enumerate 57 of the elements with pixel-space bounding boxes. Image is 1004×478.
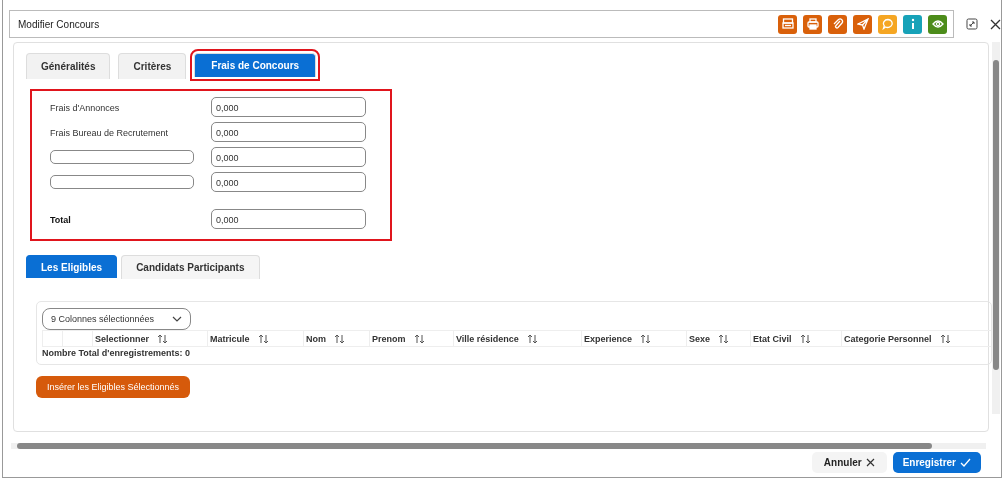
record-count: Nombre Total d'enregistrements: 0 (42, 348, 191, 358)
column-header[interactable]: Categorie Personnel (844, 333, 932, 344)
horizontal-scrollbar[interactable] (11, 443, 986, 449)
amount-input[interactable]: 0,000 (211, 209, 366, 229)
sort-icon[interactable] (939, 333, 951, 344)
label-input[interactable] (50, 175, 194, 189)
tab[interactable]: Généralités (26, 53, 111, 79)
sort-icon[interactable] (526, 333, 538, 344)
column-header[interactable]: Nom (306, 333, 326, 344)
vertical-scrollbar[interactable] (992, 42, 1000, 414)
close-icon (865, 458, 875, 467)
tab[interactable]: Les Eligibles (26, 255, 118, 278)
column-header[interactable]: Selectionner (95, 333, 150, 344)
save-button[interactable]: Enregistrer (892, 452, 981, 473)
cancel-button[interactable]: Annuler (811, 452, 887, 473)
window-title: Modifier Concours (18, 18, 100, 30)
sort-icon[interactable] (413, 333, 425, 344)
column-header[interactable]: Experience (584, 333, 633, 344)
insert-button[interactable]: Insérer les Eligibles Sélectionnés (36, 376, 191, 398)
tab[interactable]: Candidats Participants (121, 255, 260, 279)
column-header[interactable]: Matricule (210, 333, 250, 344)
clip-button[interactable] (828, 14, 848, 34)
speech-bubble-icon (881, 18, 894, 30)
chevron-down-icon (172, 316, 183, 322)
field-label: Frais d'Annonces (50, 103, 120, 113)
sort-icon[interactable] (334, 333, 345, 344)
close-icon[interactable] (990, 18, 1001, 30)
column-header[interactable]: Ville résidence (456, 333, 519, 344)
eye-button[interactable] (928, 14, 948, 34)
tab[interactable]: Critères (118, 53, 187, 79)
label-input[interactable] (50, 150, 194, 164)
column-header[interactable]: Etat Civil (753, 333, 792, 344)
info-button[interactable] (903, 14, 923, 34)
column-picker[interactable]: 9 Colonnes sélectionnées (42, 308, 192, 330)
paperclip-icon (831, 18, 844, 30)
total-label: Total (50, 215, 71, 225)
amount-input[interactable]: 0,000 (211, 122, 366, 142)
sort-icon[interactable] (157, 333, 169, 344)
eye-icon (931, 18, 944, 30)
print-card-button[interactable] (778, 14, 798, 34)
sort-icon[interactable] (718, 333, 730, 344)
sort-icon[interactable] (640, 333, 652, 344)
printer-icon (806, 18, 819, 30)
printer-card-icon (781, 18, 794, 30)
paper-plane-icon (856, 18, 869, 30)
expand-icon[interactable] (966, 18, 978, 30)
amount-input[interactable]: 0,000 (211, 97, 366, 117)
print-button[interactable] (803, 14, 823, 34)
column-header[interactable]: Sexe (689, 333, 711, 344)
amount-input[interactable]: 0,000 (211, 147, 366, 167)
send-button[interactable] (853, 14, 873, 34)
sort-icon[interactable] (799, 333, 811, 344)
field-label: Frais Bureau de Recrutement (50, 128, 169, 138)
checkmark-icon (960, 458, 971, 467)
amount-input[interactable]: 0,000 (211, 172, 366, 192)
column-header[interactable]: Prenom (372, 333, 406, 344)
sort-icon[interactable] (257, 333, 269, 344)
